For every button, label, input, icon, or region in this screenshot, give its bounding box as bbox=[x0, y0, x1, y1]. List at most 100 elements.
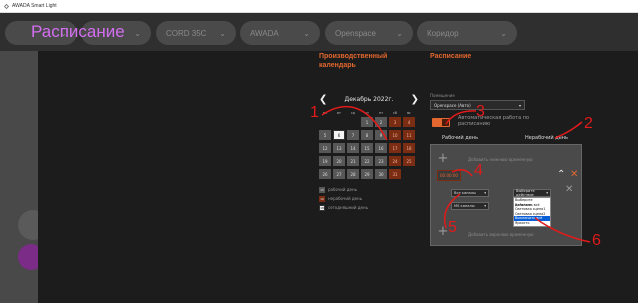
chevron-down-icon: ▾ bbox=[546, 191, 548, 195]
add-interval-hint: Добавить верхнюю временную bbox=[468, 232, 534, 237]
scene-select[interactable]: Все каналы ▾ bbox=[451, 189, 489, 197]
location-pill-3[interactable]: CORD 35C ⌄ bbox=[156, 21, 236, 45]
empty-day-cell bbox=[319, 117, 331, 127]
day-cell[interactable]: 11 bbox=[403, 130, 415, 140]
weekday-label: пт bbox=[378, 111, 384, 115]
schedule-title: Расписание bbox=[430, 53, 472, 60]
day-type-tabs: Рабочий день Нерабочий день bbox=[430, 133, 580, 143]
weekday-label: чт bbox=[365, 111, 369, 115]
location-pill-5[interactable]: Openspace ⌄ bbox=[325, 21, 413, 45]
menu-item[interactable]: Яркость bbox=[514, 221, 550, 226]
calendar-title-line2: календарь bbox=[319, 62, 356, 69]
day-cell[interactable]: 28 bbox=[347, 169, 359, 179]
app-logo-icon bbox=[4, 3, 9, 9]
annotation-4: 4 bbox=[474, 162, 483, 179]
top-bar: ⌄ ⌄ CORD 35C ⌄ AWADA ⌄ Openspace ⌄ Коридор ⌄… bbox=[0, 13, 638, 51]
scene-select-value: Все каналы bbox=[454, 191, 476, 195]
annotation-6: 6 bbox=[592, 232, 601, 249]
legend-label-off: нерабочий день bbox=[328, 196, 363, 201]
action-select-value: Выберите действие bbox=[516, 189, 535, 197]
day-cell[interactable]: 25 bbox=[403, 156, 415, 166]
auto-schedule-label: Автоматическая работа по расписанию bbox=[458, 115, 530, 127]
chevron-down-icon: ⌄ bbox=[219, 28, 226, 38]
day-cell[interactable]: 29 bbox=[361, 169, 373, 179]
day-cell[interactable]: 27 bbox=[333, 169, 345, 179]
day-cell[interactable]: 17 bbox=[389, 143, 401, 153]
day-cell[interactable]: 24 bbox=[389, 156, 401, 166]
chevron-up-icon[interactable]: ⌃ bbox=[557, 170, 565, 180]
chevron-down-icon: ⌄ bbox=[303, 28, 310, 38]
weekday-label: ср bbox=[350, 111, 356, 115]
page-title: Расписание bbox=[31, 22, 125, 41]
day-cell[interactable]: 15 bbox=[361, 143, 373, 153]
tab-day-off[interactable]: Нерабочий день bbox=[525, 135, 568, 141]
toggle-knob bbox=[442, 119, 449, 126]
room-label: Помещение bbox=[430, 93, 455, 98]
day-cell[interactable]: 26 bbox=[319, 169, 331, 179]
day-cell[interactable]: 19 bbox=[319, 156, 331, 166]
day-cell[interactable]: 8 bbox=[361, 130, 373, 140]
empty-day-cell bbox=[403, 169, 415, 179]
location-pill-6[interactable]: Коридор ⌄ bbox=[417, 21, 517, 45]
day-cell[interactable]: 12 bbox=[319, 143, 331, 153]
weekday-label: сб bbox=[393, 111, 397, 115]
tab-work-day[interactable]: Рабочий день bbox=[442, 135, 478, 141]
remove-row-icon[interactable]: ✕ bbox=[565, 185, 573, 195]
day-cell[interactable]: 16 bbox=[375, 143, 387, 153]
legend-swatch-today: 18 bbox=[319, 204, 325, 211]
chevron-down-icon: ⌄ bbox=[134, 28, 141, 38]
add-time-plus-icon[interactable]: + bbox=[437, 152, 449, 165]
day-cell[interactable]: 6 bbox=[333, 130, 345, 140]
annotation-1: 1 bbox=[310, 104, 319, 121]
annotation-5: 5 bbox=[448, 219, 457, 236]
calendar-legend: 15 рабочий день 16 нерабочий день 18 сегодн… bbox=[319, 185, 368, 212]
day-cell[interactable]: 31 bbox=[389, 169, 401, 179]
legend-label-work: рабочий день bbox=[328, 187, 357, 192]
empty-day-cell bbox=[347, 117, 359, 127]
action-dropdown-menu: Выберите действие Включить всё Световая сц… bbox=[513, 197, 551, 227]
weekday-label: вт bbox=[337, 111, 341, 115]
time-input[interactable]: 00:00:00 bbox=[437, 170, 461, 181]
day-cell[interactable]: 22 bbox=[361, 156, 373, 166]
day-cell[interactable]: 9 bbox=[375, 130, 387, 140]
channel-select-value: MS каналы bbox=[454, 204, 475, 208]
day-cell[interactable]: 13 bbox=[333, 143, 345, 153]
chevron-down-icon: ⌄ bbox=[500, 28, 507, 38]
day-cell[interactable]: 2 bbox=[375, 117, 387, 127]
day-cell[interactable]: 10 bbox=[389, 130, 401, 140]
day-cell[interactable]: 14 bbox=[347, 143, 359, 153]
room-select-value: Openspace (Авто) bbox=[434, 102, 471, 108]
weekday-label: пн bbox=[322, 111, 328, 115]
day-cell[interactable]: 7 bbox=[347, 130, 359, 140]
day-cell[interactable]: 18 bbox=[403, 143, 415, 153]
weekday-label: вс bbox=[407, 111, 411, 115]
action-select[interactable]: Выберите действие ▾ bbox=[513, 189, 551, 197]
location-pill-4[interactable]: AWADA ⌄ bbox=[240, 21, 320, 45]
auto-schedule-toggle[interactable] bbox=[432, 118, 450, 127]
legend-swatch-off: 16 bbox=[319, 195, 325, 202]
chevron-down-icon: ▾ bbox=[484, 191, 486, 195]
day-cell[interactable]: 23 bbox=[375, 156, 387, 166]
annotation-3: 3 bbox=[476, 103, 485, 120]
calendar-grid: 1 2 3 4 5 6 7 8 9 10 11 12 13 14 15 16 17 18 19 20 21 22 23 24 2… bbox=[319, 117, 415, 179]
close-icon[interactable]: ✕ bbox=[570, 170, 578, 180]
chevron-left-icon[interactable]: ❮ bbox=[319, 94, 327, 105]
day-cell[interactable]: 20 bbox=[333, 156, 345, 166]
calendar-nav: ❮ Декабрь 2022г. ❯ bbox=[319, 92, 419, 106]
channel-select[interactable]: MS каналы ▾ bbox=[451, 202, 489, 210]
weekday-header: пн вт ср чт пт сб вс bbox=[319, 111, 415, 115]
month-label: Декабрь 2022г. bbox=[344, 95, 394, 103]
calendar-title-line1: Производственный bbox=[319, 53, 388, 60]
legend-swatch-work: 15 bbox=[319, 186, 325, 193]
day-cell[interactable]: 1 bbox=[361, 117, 373, 127]
day-cell[interactable]: 3 bbox=[389, 117, 401, 127]
day-cell[interactable]: 5 bbox=[319, 130, 331, 140]
day-cell[interactable]: 21 bbox=[347, 156, 359, 166]
chevron-down-icon: ▾ bbox=[484, 204, 486, 208]
day-cell[interactable]: 4 bbox=[403, 117, 415, 127]
chevron-right-icon[interactable]: ❯ bbox=[411, 94, 419, 105]
window-title: AWADA Smart Light bbox=[12, 3, 57, 9]
annotation-2: 2 bbox=[584, 115, 593, 132]
day-cell[interactable]: 30 bbox=[375, 169, 387, 179]
chevron-down-icon: ⌄ bbox=[396, 28, 403, 38]
